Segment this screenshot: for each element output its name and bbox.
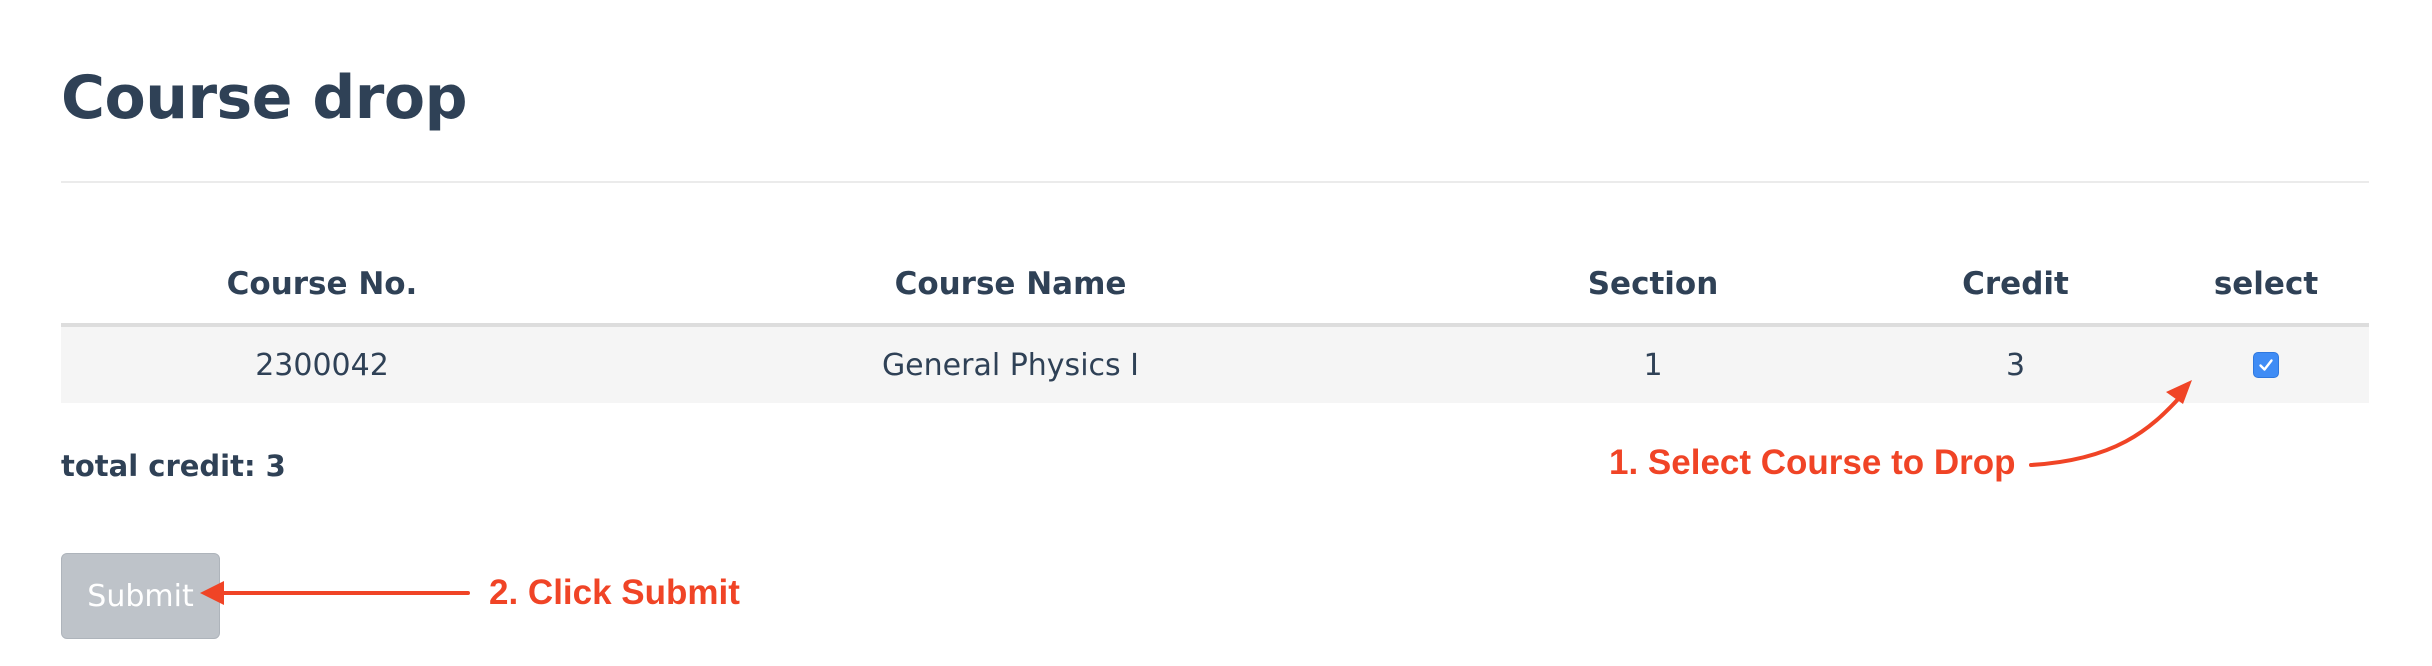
course-table: Course No. Course Name Section Credit se… [61,245,2369,403]
select-cell [2163,327,2369,403]
submit-button[interactable]: Submit [61,553,220,639]
column-header-section: Section [1587,266,1719,302]
table-row: 2300042 General Physics I 1 3 [61,327,2369,403]
column-header-select: select [2213,266,2319,302]
column-header-course-no: Course No. [226,266,418,302]
page-title: Course drop [61,63,468,133]
credit-cell: 3 [2005,347,2026,383]
annotation-click-submit: 2. Click Submit [489,573,740,612]
section-cell: 1 [1643,347,1663,383]
table-header-row: Course No. Course Name Section Credit se… [61,245,2369,327]
select-course-checkbox[interactable] [2253,352,2279,378]
arrow-to-checkbox [2029,394,2183,467]
title-divider [61,181,2369,183]
checkmark-icon [2259,359,2273,371]
column-header-credit: Credit [1962,266,2069,302]
annotation-select-course: 1. Select Course to Drop [1609,443,2016,482]
course-name-cell: General Physics I [881,347,1140,383]
course-no-cell: 2300042 [255,347,389,383]
total-credit: total credit: 3 [61,449,286,483]
column-header-course-name: Course Name [894,266,1127,302]
